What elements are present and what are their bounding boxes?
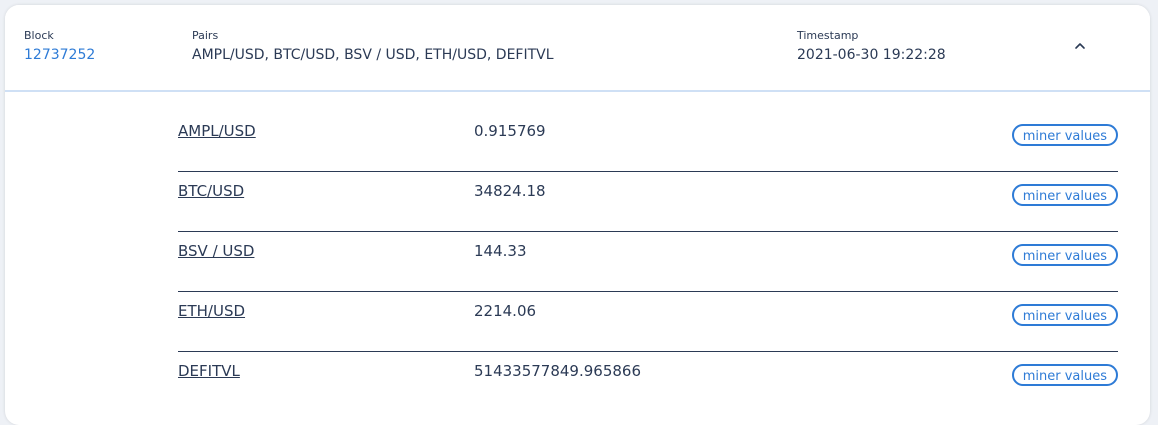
timestamp-label: Timestamp: [797, 29, 859, 42]
timestamp-value: 2021-06-30 19:22:28: [797, 47, 946, 63]
chevron-up-icon[interactable]: [1071, 37, 1089, 55]
pair-value: 2214.06: [474, 302, 537, 320]
pair-link[interactable]: AMPL/USD: [178, 122, 256, 140]
miner-values-button[interactable]: miner values: [1011, 304, 1118, 326]
block-column: Block 12737252: [24, 29, 95, 64]
pair-value: 34824.18: [474, 182, 546, 200]
pair-link[interactable]: BTC/USD: [178, 182, 244, 200]
block-label: Block: [24, 29, 54, 42]
list-item: BTC/USD 34824.18 miner values: [178, 172, 1118, 232]
pair-value: 144.33: [474, 242, 527, 260]
block-card: Block 12737252 Pairs AMPL/USD, BTC/USD, …: [5, 5, 1150, 425]
list-item: DEFITVL 51433577849.965866 miner values: [178, 352, 1118, 411]
miner-values-button[interactable]: miner values: [1011, 184, 1118, 206]
pair-link[interactable]: ETH/USD: [178, 302, 245, 320]
pair-link[interactable]: DEFITVL: [178, 362, 240, 380]
pair-value: 51433577849.965866: [474, 362, 642, 380]
list-item: ETH/USD 2214.06 miner values: [178, 292, 1118, 352]
miner-values-button[interactable]: miner values: [1011, 364, 1118, 386]
pairs-value: AMPL/USD, BTC/USD, BSV / USD, ETH/USD, D…: [192, 47, 554, 63]
list-item: BSV / USD 144.33 miner values: [178, 232, 1118, 292]
pair-link[interactable]: BSV / USD: [178, 242, 254, 260]
pair-values-list: AMPL/USD 0.915769 miner values BTC/USD 3…: [178, 112, 1118, 411]
list-item: AMPL/USD 0.915769 miner values: [178, 112, 1118, 172]
miner-values-button[interactable]: miner values: [1011, 124, 1118, 146]
miner-values-button[interactable]: miner values: [1011, 244, 1118, 266]
pairs-label: Pairs: [192, 29, 219, 42]
pair-value: 0.915769: [474, 122, 546, 140]
block-header[interactable]: Block 12737252 Pairs AMPL/USD, BTC/USD, …: [5, 5, 1150, 92]
block-number-link[interactable]: 12737252: [24, 46, 95, 64]
timestamp-column: Timestamp 2021-06-30 19:22:28: [797, 29, 946, 64]
pairs-column: Pairs AMPL/USD, BTC/USD, BSV / USD, ETH/…: [192, 29, 554, 64]
